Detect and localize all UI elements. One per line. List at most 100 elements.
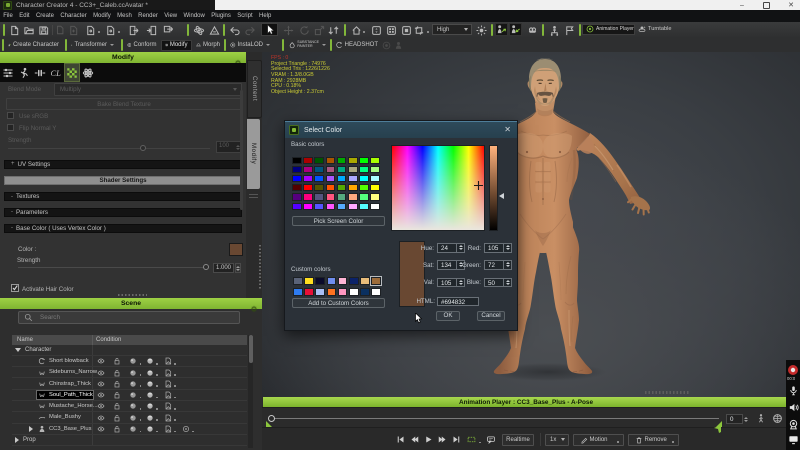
sphere-icon[interactable]	[129, 380, 137, 388]
menu-mesh[interactable]: Mesh	[114, 10, 135, 22]
menu-plugins[interactable]: Plugins	[208, 10, 234, 22]
dropdown-dot[interactable]	[156, 396, 158, 399]
page-icon[interactable]	[164, 391, 172, 399]
spinner-arrows[interactable]	[503, 244, 511, 252]
basic-color-swatch[interactable]	[370, 184, 380, 192]
basic-color-swatch[interactable]	[336, 184, 347, 192]
sphere-icon[interactable]	[129, 402, 137, 410]
frame-spinbox[interactable]: 0	[726, 414, 743, 424]
page-icon[interactable]	[164, 369, 172, 377]
spinner-arrows[interactable]	[743, 414, 749, 424]
custom-color-swatch[interactable]	[293, 287, 303, 297]
speaker-icon[interactable]	[788, 400, 799, 418]
dialog-title-bar[interactable]: Select Color ✕	[285, 121, 517, 138]
page-icon[interactable]	[164, 414, 172, 422]
green-spinbox[interactable]: 72	[484, 260, 512, 270]
expand-icon[interactable]	[15, 437, 19, 444]
sphere2-icon[interactable]	[146, 425, 154, 433]
section-shader[interactable]: – Shader Settings	[4, 176, 242, 185]
minimize-button[interactable]: –	[733, 0, 751, 10]
menu-character[interactable]: Character	[57, 10, 90, 22]
play-button[interactable]	[424, 435, 433, 444]
modify-panel-header[interactable]: Modify	[0, 52, 246, 66]
red-spinbox[interactable]: 105	[484, 243, 512, 253]
color-swatch[interactable]	[229, 242, 243, 256]
html-input[interactable]: #694832	[437, 296, 479, 306]
sphere-icon[interactable]	[129, 357, 137, 365]
basic-color-swatch[interactable]	[314, 184, 324, 192]
scene-row-male-bushy[interactable]: Male_Bushy	[12, 412, 247, 424]
custom-color-swatch[interactable]	[371, 287, 381, 297]
menu-view[interactable]: View	[161, 10, 180, 22]
gear-icon[interactable]	[250, 300, 258, 318]
spinner-arrows[interactable]	[503, 278, 511, 286]
basic-color-swatch[interactable]	[336, 165, 347, 174]
scene-panel-header[interactable]: Scene	[0, 298, 262, 312]
custom-color-swatch[interactable]	[337, 276, 348, 285]
basic-color-swatch[interactable]	[348, 193, 358, 201]
strength2-slider-knob[interactable]	[203, 264, 209, 270]
basic-color-swatch[interactable]	[303, 202, 313, 210]
triangle-a-button[interactable]	[209, 24, 220, 36]
page-icon[interactable]	[164, 425, 172, 433]
dropdown-dot[interactable]	[174, 362, 176, 365]
basic-color-swatch[interactable]	[336, 174, 347, 183]
expand-icon[interactable]	[29, 425, 33, 432]
lock-icon[interactable]	[113, 380, 121, 388]
basic-color-swatch[interactable]	[370, 193, 380, 201]
scene-row-character[interactable]: Character	[12, 344, 247, 356]
mode-conform-button[interactable]: Conform	[123, 39, 160, 51]
basic-color-swatch[interactable]	[314, 202, 324, 210]
dropdown-dot[interactable]	[174, 419, 176, 422]
section-parameters[interactable]: - Parameters	[4, 207, 242, 217]
custom-color-swatch[interactable]	[337, 287, 348, 297]
dock-tab-content[interactable]: Content	[247, 60, 262, 118]
doc-arrow-button[interactable]	[105, 24, 116, 36]
basic-color-swatch[interactable]	[348, 165, 358, 174]
dropdown-dot[interactable]	[139, 430, 142, 433]
viseme-ball-button[interactable]	[772, 413, 783, 424]
strength-slider[interactable]	[8, 147, 210, 149]
basic-color-swatch[interactable]	[336, 156, 347, 164]
flag-button[interactable]	[564, 24, 575, 36]
dropdown-dot[interactable]	[118, 31, 120, 33]
basic-color-swatch[interactable]	[303, 174, 313, 183]
eye-icon[interactable]	[97, 357, 105, 365]
strength-spinbox[interactable]: 100	[216, 141, 242, 153]
basic-color-swatch[interactable]	[348, 202, 358, 210]
activate-hair-color-checkbox[interactable]	[11, 284, 19, 292]
search-input[interactable]: Search	[18, 311, 240, 324]
maximize-button[interactable]	[757, 0, 775, 10]
basic-color-swatch[interactable]	[292, 174, 302, 183]
prev-button[interactable]	[410, 435, 419, 444]
bubble-button[interactable]	[486, 435, 496, 444]
dropdown-dot[interactable]	[139, 407, 142, 410]
sun-button[interactable]	[476, 24, 487, 36]
sphere2-icon[interactable]	[146, 391, 154, 399]
strength2-slider[interactable]	[18, 267, 208, 268]
basic-color-swatch[interactable]	[370, 156, 380, 164]
basic-color-swatch[interactable]	[359, 156, 369, 164]
splitter-handle[interactable]	[118, 294, 147, 296]
speed-dropdown[interactable]: 1x	[545, 433, 569, 446]
basic-color-swatch[interactable]	[359, 165, 369, 174]
custom-color-swatch[interactable]	[349, 287, 359, 297]
sphere2-icon[interactable]	[146, 414, 154, 422]
panel-scrollbar[interactable]	[240, 90, 243, 210]
dropdown-dot[interactable]	[98, 31, 100, 33]
mode-morph-button[interactable]: Morph	[193, 39, 223, 51]
dropdown-dot[interactable]	[156, 430, 158, 433]
flip-button[interactable]	[328, 24, 339, 36]
basic-color-swatch[interactable]	[370, 174, 380, 183]
mode-modify-button[interactable]: Modify	[160, 39, 192, 51]
dropdown-dot[interactable]	[363, 31, 365, 33]
menu-file[interactable]: File	[0, 10, 16, 22]
eye-icon[interactable]	[97, 380, 105, 388]
atom-button[interactable]	[193, 24, 205, 36]
fit-sq-button[interactable]	[401, 24, 412, 36]
sphere-icon[interactable]	[129, 369, 137, 377]
doc-import-button[interactable]	[146, 24, 157, 36]
dropdown-dot[interactable]	[139, 374, 142, 376]
basic-color-swatch[interactable]	[348, 174, 358, 183]
lock-icon[interactable]	[113, 402, 121, 410]
